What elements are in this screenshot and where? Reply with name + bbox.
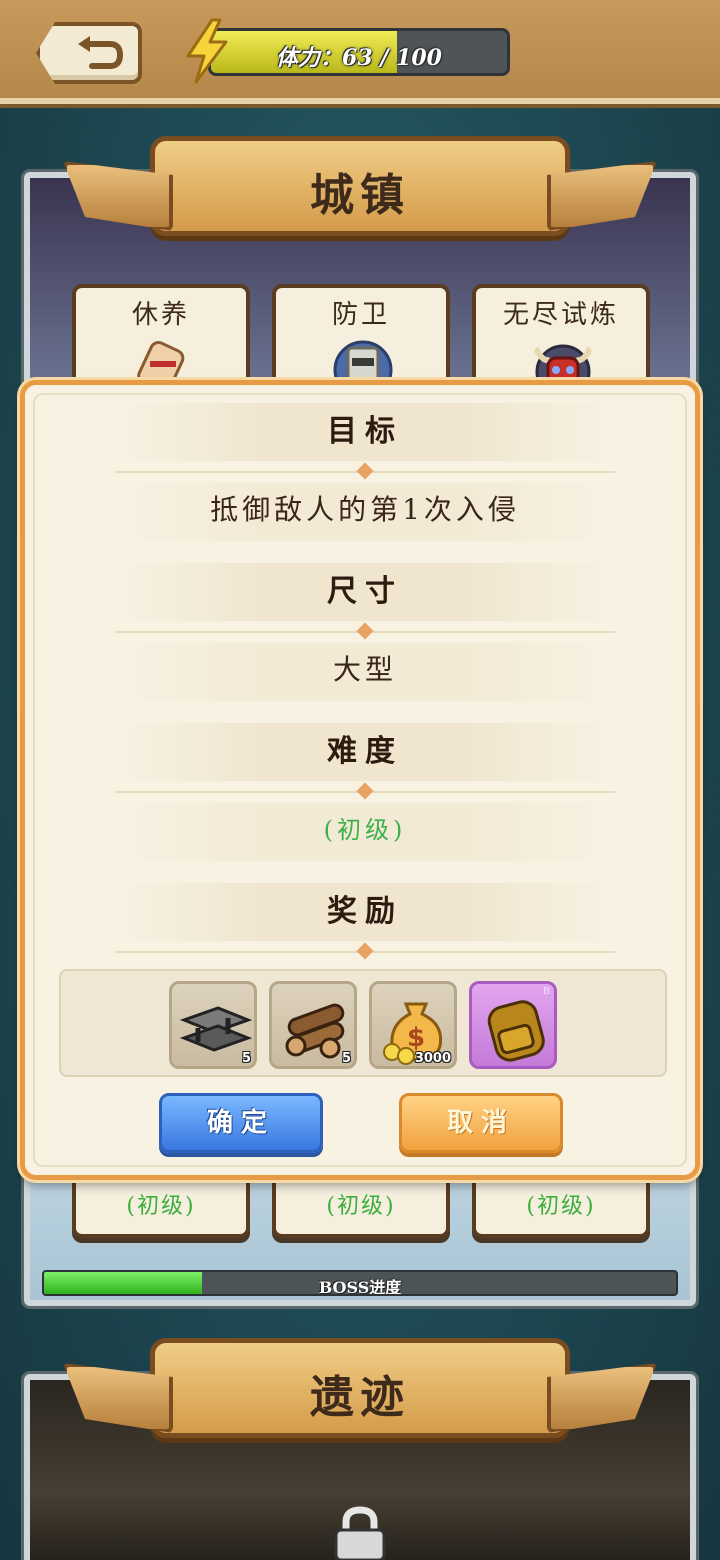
tab-endless-trial-level-text: (初级) (526, 1194, 596, 1219)
ruins-title: 遗迹 (310, 1372, 410, 1423)
tab-rest-level-text: (初级) (126, 1194, 196, 1219)
goal-heading: 目标 (115, 403, 615, 461)
lightning-bolt-icon (186, 18, 228, 84)
reward-qty: 3000 (414, 1051, 451, 1066)
reward-list: 5 5 $ 3000 B (59, 969, 667, 1077)
back-button[interactable] (36, 22, 142, 84)
cancel-button[interactable]: 取消 (399, 1093, 563, 1153)
reward-item-coins[interactable]: $ 3000 (369, 981, 457, 1069)
stamina-label: 体力： (276, 45, 343, 71)
tab-rest-label: 休养 (131, 300, 190, 330)
reward-item-steel[interactable]: 5 (169, 981, 257, 1069)
size-value: 大型 (115, 643, 615, 701)
backpack-icon (487, 1000, 545, 1062)
tab-defense-level[interactable]: (初级) (272, 1176, 450, 1238)
divider (115, 941, 615, 963)
divider (115, 621, 615, 643)
tab-endless-trial-level[interactable]: (初级) (472, 1176, 650, 1238)
divider (115, 461, 615, 483)
goal-value: 抵御敌人的第1次入侵 (115, 483, 615, 541)
reward-item-wood[interactable]: 5 (269, 981, 357, 1069)
boss-progress-label: BOSS进度 (318, 1278, 402, 1296)
confirm-button[interactable]: 确定 (159, 1093, 323, 1153)
reward-heading: 奖励 (115, 883, 615, 941)
reward-item-backpack[interactable]: B (469, 981, 557, 1069)
tab-defense-level-text: (初级) (326, 1194, 396, 1219)
goal-block: 目标 抵御敌人的第1次入侵 (115, 403, 615, 541)
difficulty-block: 难度 (初级) (115, 723, 615, 861)
stamina-separator: / (372, 45, 397, 71)
reward-qty: 5 (341, 1051, 351, 1066)
reward-block: 奖励 (115, 883, 615, 963)
divider (115, 781, 615, 803)
reward-qty: 5 (241, 1051, 251, 1066)
top-bar: 体力：63 / 100 (0, 0, 720, 104)
ruins-banner: 遗迹 (63, 1338, 657, 1438)
tab-defense-label: 防卫 (331, 300, 390, 330)
difficulty-value: (初级) (115, 803, 615, 861)
stamina-max: 100 (396, 45, 442, 71)
tab-endless-trial-label: 无尽试炼 (502, 300, 619, 330)
stamina-text: 体力：63 / 100 (211, 40, 507, 72)
town-title: 城镇 (310, 170, 410, 221)
town-banner: 城镇 (63, 136, 657, 236)
difficulty-heading: 难度 (115, 723, 615, 781)
back-arrow-icon (78, 36, 124, 69)
size-block: 尺寸 大型 (115, 563, 615, 701)
tab-rest-level[interactable]: (初级) (72, 1176, 250, 1238)
lock-icon (334, 1506, 386, 1560)
size-heading: 尺寸 (115, 563, 615, 621)
stamina-bar: 体力：63 / 100 (208, 28, 510, 76)
boss-progress-bar: BOSS进度 (42, 1270, 678, 1296)
reward-badge: B (543, 986, 550, 997)
mission-dialog: 目标 抵御敌人的第1次入侵 尺寸 大型 难度 (初级) 奖励 5 5 $ 300… (20, 380, 700, 1180)
stamina-current: 63 (342, 45, 373, 71)
